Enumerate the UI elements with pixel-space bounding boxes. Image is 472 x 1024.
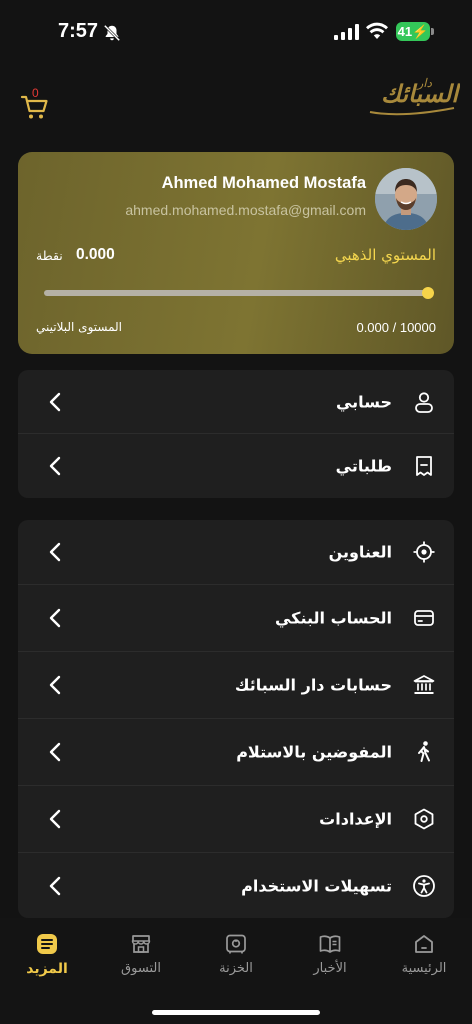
home-icon [415,935,433,953]
menu-item-company-accounts[interactable]: حسابات دار السبائك [18,652,454,719]
battery-level: 41 [397,24,413,39]
signal-icon [334,24,359,40]
menu-item-addresses[interactable]: العناوين [18,520,454,585]
brand-logo: السبائك دار [369,76,460,116]
tab-label: الخزنة [219,961,253,976]
points-value: 0.000 [76,246,115,263]
menu-item-my-orders[interactable]: طلباتي [18,434,454,498]
profile-card[interactable]: Ahmed Mohamed Mostafa ahmed.mohamed.most… [18,152,454,354]
tab-label: الرئيسية [401,961,447,976]
safe-icon [226,934,246,954]
tab-label: الأخبار [313,961,347,976]
user-icon [415,391,433,413]
tab-home[interactable]: الرئيسية [379,932,469,982]
bottom-tab-bar: الرئيسية الأخبار الخزنة التسوق المزيد [0,918,472,1024]
tab-label: المزيد [26,961,68,977]
next-level-label: المستوى البلاتيني [36,320,123,334]
user-name: Ahmed Mohamed Mostafa [161,174,366,192]
menu-label: حسابات دار السبائك [234,675,392,695]
card-icon [414,610,434,626]
chevron-left-icon [49,675,61,695]
location-target-icon [413,541,435,563]
menu-label: حسابي [335,392,392,411]
menu-item-accessibility[interactable]: تسهيلات الاستخدام [18,853,454,918]
receipt-icon [416,456,432,476]
menu-item-authorized-receivers[interactable]: المفوضين بالاستلام [18,719,454,786]
tab-more[interactable]: المزيد [2,932,92,982]
chevron-left-icon [49,876,61,895]
menu-label: الحساب البنكي [274,608,392,628]
battery-indicator: 41⚡ [396,22,430,41]
tab-news[interactable]: الأخبار [285,932,375,982]
chevron-left-icon [49,742,61,762]
chevron-left-icon [49,456,61,476]
level-progress-bar [44,287,434,299]
battery-tip [431,28,434,35]
menu-label: تسهيلات الاستخدام [241,876,392,895]
membership-level: المستوي الذهبي [334,246,436,264]
status-bar: 7:57 41⚡ [0,0,472,62]
menu-label: المفوضين بالاستلام [236,742,392,762]
menu-label: الإعدادات [319,809,392,829]
menu-item-settings[interactable]: الإعدادات [18,786,454,853]
chevron-left-icon [49,542,61,562]
tab-vault[interactable]: الخزنة [191,932,281,982]
settings-hexagon-icon [414,808,434,830]
bell-off-icon [103,24,121,42]
menu-item-my-account[interactable]: حسابي [18,370,454,434]
home-indicator[interactable] [152,1010,320,1015]
points-unit: نقطة [36,248,63,263]
progress-text: 0.000 / 10000 [356,320,436,335]
status-time: 7:57 [58,20,99,42]
cart-count-badge: 0 [32,86,39,100]
tab-shopping[interactable]: التسوق [96,932,186,982]
wifi-icon [366,22,388,39]
chevron-left-icon [49,608,61,628]
menu-label: العناوين [328,542,392,562]
menu-group-settings: العناوين الحساب البنكي حسابات دار السبائ… [18,520,454,918]
tab-label: التسوق [121,961,161,976]
user-email: ahmed.mohamed.mostafa@gmail.com [125,202,366,218]
store-icon [131,935,151,953]
menu-label: طلباتي [335,456,392,476]
avatar-image [375,168,437,230]
progress-knob [422,287,434,299]
menu-item-bank-account[interactable]: الحساب البنكي [18,585,454,652]
avatar[interactable] [375,168,437,230]
menu-group-account: حسابي طلباتي [18,370,454,498]
chevron-left-icon [49,392,61,411]
svg-text:دار: دار [416,76,433,90]
bank-icon [413,675,435,694]
accessibility-icon [413,874,435,897]
more-icon [37,934,57,954]
chevron-left-icon [49,809,61,829]
walking-person-icon [418,741,430,762]
book-icon [319,935,341,953]
